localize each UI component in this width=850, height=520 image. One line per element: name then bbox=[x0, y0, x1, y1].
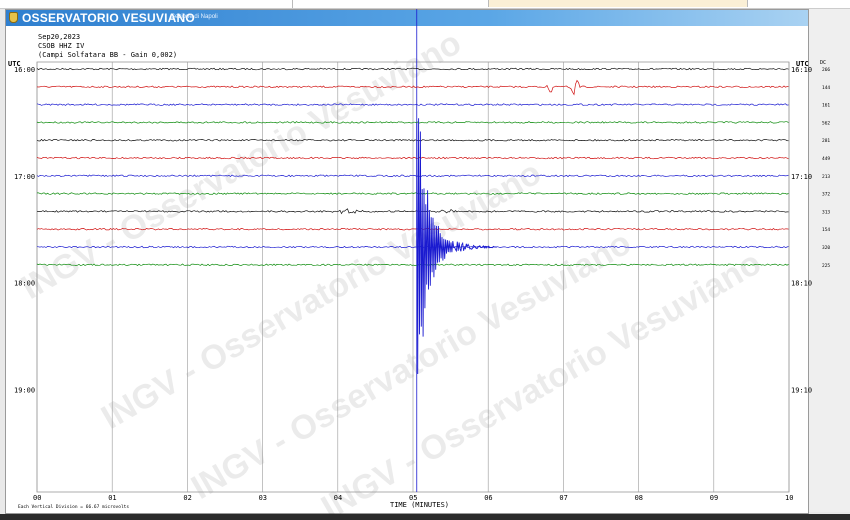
site-label: (Campi Solfatara BB - Gain 0,002) bbox=[38, 51, 177, 59]
dc-value: 281 bbox=[822, 138, 830, 144]
x-axis-title: TIME (MINUTES) bbox=[390, 501, 449, 509]
x-tick-label: 01 bbox=[108, 494, 116, 502]
x-tick-label: 04 bbox=[334, 494, 342, 502]
dc-value: 313 bbox=[822, 209, 830, 215]
dc-value: 225 bbox=[822, 263, 830, 269]
watermark: INGV - Osservatorio VesuvianoINGV - Osse… bbox=[15, 24, 768, 520]
left-time-label: 18:00 bbox=[14, 280, 35, 288]
dc-label: DC bbox=[820, 60, 826, 66]
station-label: CSOB HHZ IV bbox=[38, 42, 85, 50]
dc-value: 266 bbox=[822, 67, 830, 73]
x-tick-label: 03 bbox=[259, 494, 267, 502]
bottom-bar bbox=[0, 514, 850, 520]
scale-note: Each Vertical Division = 66.67 microvolt… bbox=[18, 504, 129, 510]
dc-value: 144 bbox=[822, 85, 830, 91]
x-tick-label: 00 bbox=[33, 494, 41, 502]
dc-value: 372 bbox=[822, 192, 830, 198]
right-time-label: 17:10 bbox=[791, 173, 812, 181]
dc-value: 213 bbox=[822, 174, 830, 180]
utc-right-label: UTC bbox=[796, 60, 809, 68]
x-tick-label: 09 bbox=[710, 494, 718, 502]
right-time-label: 19:10 bbox=[791, 386, 812, 394]
dc-value: 562 bbox=[822, 120, 830, 126]
dc-value: 154 bbox=[822, 227, 830, 233]
x-tick-label: 02 bbox=[183, 494, 191, 502]
left-time-label: 19:00 bbox=[14, 386, 35, 394]
left-time-label: 17:00 bbox=[14, 173, 35, 181]
dc-value: 320 bbox=[822, 245, 830, 251]
utc-left-label: UTC bbox=[8, 60, 21, 68]
dc-value: 449 bbox=[822, 156, 830, 162]
x-tick-label: 08 bbox=[635, 494, 643, 502]
x-tick-label: 06 bbox=[484, 494, 492, 502]
x-tick-label: 07 bbox=[559, 494, 567, 502]
x-tick-label: 10 bbox=[785, 494, 793, 502]
dc-value: 161 bbox=[822, 103, 830, 109]
seismogram-plot: INGV - Osservatorio VesuvianoINGV - Osse… bbox=[8, 9, 830, 520]
right-time-label: 18:10 bbox=[791, 280, 812, 288]
date-label: Sep20,2023 bbox=[38, 33, 80, 41]
grid: 00 01 02 03 04 05 06 07 08 09 1016:00 16:1017:00 17:… bbox=[14, 9, 812, 502]
